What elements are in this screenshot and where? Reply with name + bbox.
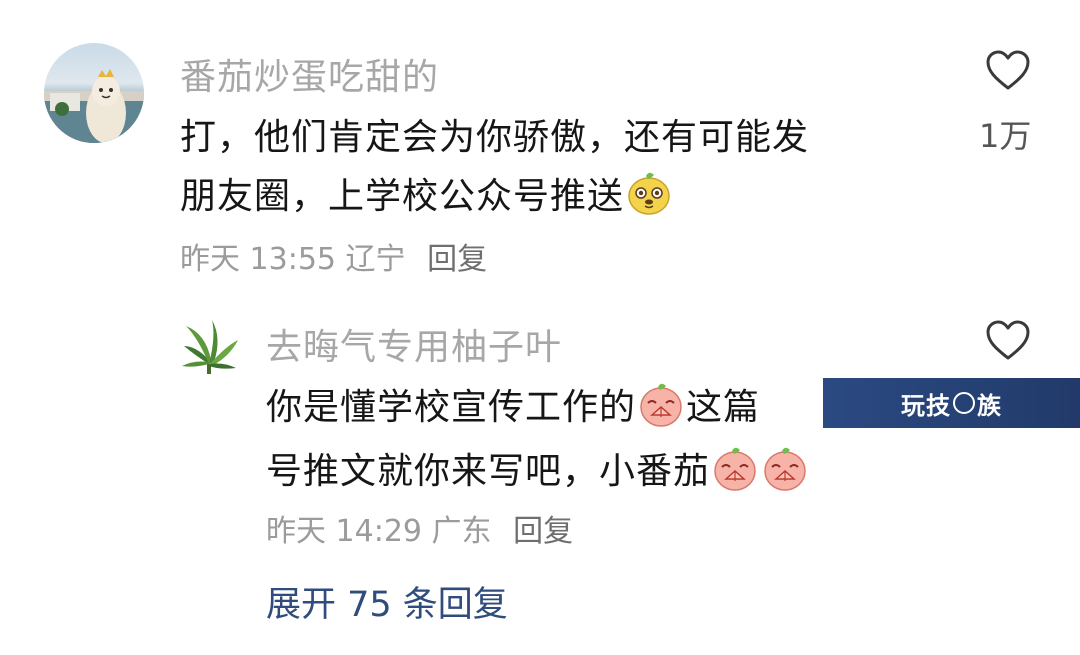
praying-peach-emoji-icon	[636, 379, 686, 429]
reply-time: 昨天 14:29	[266, 514, 422, 549]
reply-reply-button[interactable]: 回复	[513, 514, 573, 549]
comment-reply-button[interactable]: 回复	[427, 242, 487, 277]
commenter-username[interactable]: 番茄炒蛋吃甜的	[180, 48, 439, 100]
e-circle-icon	[953, 392, 975, 414]
expand-replies-button[interactable]: 展开 75 条回复	[266, 576, 508, 627]
reply-text-line-1-content: 你是懂学校宣传工作的	[266, 387, 637, 428]
reply-text-line-2: 号推文就你来写吧，小番茄	[266, 442, 810, 494]
watermark-text-1: 玩技	[901, 391, 951, 420]
heart-icon	[986, 50, 1030, 90]
replier-username[interactable]: 去晦气专用柚子叶	[266, 318, 562, 370]
reply-text-line-1-tail: 这篇	[686, 387, 761, 428]
comment-meta: 昨天 13:55 辽宁 回复	[180, 234, 487, 278]
reply-location: 广东	[431, 514, 492, 549]
like-button[interactable]	[985, 49, 1031, 91]
dog-face-emoji-icon	[624, 168, 674, 218]
praying-peach-emoji-icon	[760, 443, 810, 493]
avatar-image	[44, 69, 144, 143]
avatar-image	[182, 320, 238, 374]
commenter-avatar[interactable]	[44, 43, 144, 143]
watermark-banner: 玩技族	[823, 378, 1080, 428]
heart-icon	[986, 320, 1030, 360]
replier-avatar[interactable]	[176, 316, 242, 382]
comment-text-line-2-content: 朋友圈，上学校公众号推送	[180, 176, 625, 217]
comment-location: 辽宁	[345, 242, 406, 277]
reply-meta: 昨天 14:29 广东 回复	[266, 506, 573, 550]
watermark-text-2: 族	[977, 391, 1002, 420]
comment-text-line-2: 朋友圈，上学校公众号推送	[180, 167, 674, 219]
praying-peach-emoji-icon	[710, 443, 760, 493]
reply-text-line-1: 你是懂学校宣传工作的 这篇	[266, 378, 760, 430]
comment-text-line-1: 打，他们肯定会为你骄傲，还有可能发	[180, 117, 810, 158]
reply-like-button[interactable]	[985, 319, 1031, 361]
reply-text-line-2-content: 号推文就你来写吧，小番茄	[266, 451, 711, 492]
like-count: 1万	[979, 117, 1032, 155]
comment-time: 昨天 13:55	[180, 242, 336, 277]
